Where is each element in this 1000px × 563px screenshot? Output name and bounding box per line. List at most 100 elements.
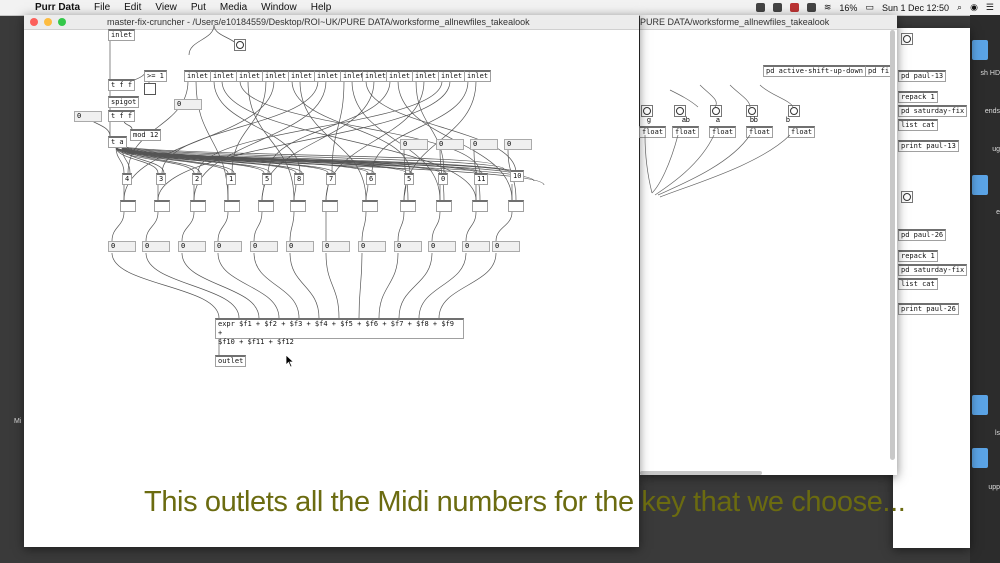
pd-object[interactable]: repack 1 [898,91,938,103]
menu-app-name[interactable]: Purr Data [28,0,87,15]
inlet-object[interactable]: inlet [184,70,212,82]
menu-file[interactable]: File [87,0,117,15]
expr-object[interactable]: expr $f1 + $f2 + $f3 + $f4 + $f5 + $f6 +… [215,318,464,346]
select-object[interactable]: 5 [262,173,273,185]
desktop-left-label: Mi [14,418,22,425]
number-box[interactable]: 0 [436,139,464,150]
pd-object[interactable]: repack 1 [898,250,938,262]
trigger-object[interactable]: t a [108,136,127,148]
select-object[interactable]: 3 [156,173,167,185]
mod-object[interactable]: mod 12 [130,129,162,141]
menu-put[interactable]: Put [184,0,213,15]
inlet-object[interactable]: inlet [314,70,342,82]
select-object[interactable]: 10 [510,170,525,182]
inlet-object[interactable]: inlet [464,70,492,82]
select-object[interactable]: 6 [366,173,377,185]
menu-media[interactable]: Media [213,0,254,15]
number-box[interactable]: 0 [358,241,386,252]
float-object[interactable] [290,200,306,212]
pd-object[interactable]: print paul-26 [898,303,959,315]
number-box[interactable]: 0 [492,241,520,252]
select-object[interactable]: 0 [438,173,449,185]
select-object[interactable]: 2 [192,173,203,185]
vertical-scrollbar[interactable] [890,30,895,460]
float-object[interactable] [224,200,240,212]
select-object[interactable]: 1 [226,173,237,185]
pd-object[interactable]: print paul-13 [898,140,959,152]
trigger-object[interactable]: t f f [108,110,136,122]
clock[interactable]: Sun 1 Dec 12:50 [882,3,949,13]
number-box[interactable]: 0 [428,241,456,252]
pd-object[interactable]: pd paul-13 [898,70,947,82]
float-object[interactable] [508,200,524,212]
status-shield-icon[interactable] [789,3,799,12]
select-object[interactable]: 7 [326,173,337,185]
number-box[interactable]: 0 [214,241,242,252]
float-object[interactable] [120,200,136,212]
folder-icon[interactable] [972,175,988,195]
menu-window[interactable]: Window [254,0,304,15]
float-object[interactable] [400,200,416,212]
number-box[interactable]: 0 [462,241,490,252]
drive-icon[interactable] [972,40,988,60]
select-object[interactable]: 5 [404,173,415,185]
menu-view[interactable]: View [148,0,184,15]
number-box[interactable]: 0 [394,241,422,252]
bang-button[interactable] [901,33,913,45]
pd-object[interactable]: pd saturday-fix [898,264,968,276]
pd-object[interactable]: list cat [898,119,938,131]
float-object[interactable] [322,200,338,212]
user-icon[interactable]: ◉ [970,2,978,13]
number-box[interactable]: 0 [74,111,102,122]
number-box[interactable]: 0 [178,241,206,252]
pd-object[interactable]: pd paul-26 [898,229,947,241]
trigger-object[interactable]: t f f [108,79,136,91]
status-app-icon-3[interactable] [806,3,816,12]
spigot-object[interactable]: spigot [108,96,140,108]
compare-object[interactable]: >= 1 [144,70,167,82]
float-object[interactable] [436,200,452,212]
outlet-object[interactable]: outlet [215,355,247,367]
select-object[interactable]: 8 [294,173,305,185]
number-box[interactable]: 0 [286,241,314,252]
menu-edit[interactable]: Edit [117,0,148,15]
battery-icon[interactable]: ▭ [865,2,874,13]
pd-object[interactable]: pd saturday-fix [898,105,968,117]
number-box[interactable]: 0 [250,241,278,252]
inlet-object[interactable]: inlet [210,70,238,82]
folder-icon[interactable] [972,448,988,468]
float-object[interactable] [362,200,378,212]
menu-help[interactable]: Help [304,0,339,15]
select-object[interactable]: 11 [474,173,489,185]
bang-button[interactable] [901,191,913,203]
status-app-icon[interactable] [755,3,765,12]
number-box[interactable]: 0 [108,241,136,252]
inlet-object[interactable]: inlet [288,70,316,82]
inlet-object[interactable]: inlet [236,70,264,82]
select-object[interactable]: 4 [122,173,133,185]
inlet-object[interactable]: inlet [262,70,290,82]
float-object[interactable] [258,200,274,212]
toggle-box[interactable] [144,83,156,95]
number-box[interactable]: 0 [400,139,428,150]
float-object[interactable] [472,200,488,212]
float-object[interactable] [190,200,206,212]
pd-object[interactable]: list cat [898,278,938,290]
status-app-icon-2[interactable] [772,3,782,12]
wifi-icon[interactable]: ≋ [824,2,832,13]
number-box[interactable]: 0 [504,139,532,150]
number-box[interactable]: 0 [470,139,498,150]
folder-icon[interactable] [972,395,988,415]
inlet-object[interactable]: inlet [386,70,414,82]
inlet-object[interactable]: inlet [438,70,466,82]
number-box[interactable]: 0 [174,99,202,110]
float-object[interactable] [154,200,170,212]
inlet-object[interactable]: inlet [412,70,440,82]
horizontal-scrollbar[interactable] [640,471,762,475]
menu-list-icon[interactable]: ☰ [986,2,994,13]
inlet-object[interactable]: inlet [108,29,136,41]
number-box[interactable]: 0 [142,241,170,252]
bang-button[interactable] [234,39,246,51]
search-icon[interactable]: ⌕ [957,2,962,13]
number-box[interactable]: 0 [322,241,350,252]
